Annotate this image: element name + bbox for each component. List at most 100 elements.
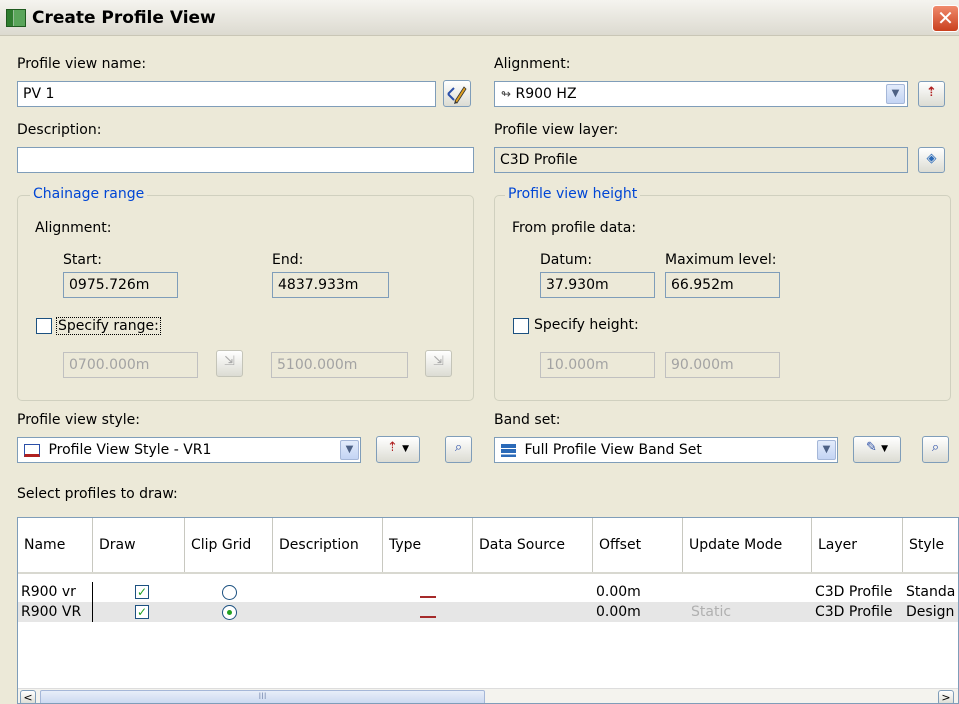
profile-view-layer-field: C3D Profile xyxy=(494,147,908,173)
description-input[interactable] xyxy=(17,147,474,173)
pick-style-icon: ⇡ xyxy=(387,440,398,455)
small-chevron-icon: ▼ xyxy=(402,444,409,454)
chevron-left-icon: < xyxy=(23,691,33,704)
cell-name: R900 vr xyxy=(18,582,93,602)
end-label: End: xyxy=(272,252,304,268)
clip-grid-radio[interactable] xyxy=(222,605,237,620)
chainage-alignment-label: Alignment: xyxy=(35,220,112,236)
draw-checkbox[interactable]: ✓ xyxy=(135,605,149,619)
pick-alignment-button[interactable]: ⇡ xyxy=(918,81,945,107)
chevron-down-icon: ▼ xyxy=(891,88,900,99)
layer-icon: ◈ xyxy=(926,151,937,166)
window-title: Create Profile View xyxy=(32,8,216,28)
cell-offset: 0.00m xyxy=(596,604,641,620)
col-header-name[interactable]: Name xyxy=(18,518,93,572)
cell-layer: C3D Profile xyxy=(815,604,893,620)
chevron-down-icon: ▼ xyxy=(822,444,831,455)
profile-view-name-input[interactable]: PV 1 xyxy=(17,81,436,107)
scroll-left-button[interactable]: < xyxy=(20,690,36,704)
alignment-dropdown-arrow[interactable]: ▼ xyxy=(886,84,905,104)
layer-button[interactable]: ◈ xyxy=(918,147,945,173)
cell-style: Standa xyxy=(906,584,956,600)
col-header-description[interactable]: Description xyxy=(273,518,383,572)
grip-icon: III xyxy=(258,692,267,702)
col-header-layer[interactable]: Layer xyxy=(812,518,903,572)
preview-band-set-button[interactable]: ⌕ xyxy=(922,436,949,463)
start-label: Start: xyxy=(63,252,102,268)
title-bar: Create Profile View ✕ xyxy=(0,0,959,36)
specify-height-label: Specify height: xyxy=(534,317,639,333)
cell-update-mode xyxy=(683,582,812,602)
height-max-input[interactable]: 90.000m xyxy=(665,352,780,378)
close-button[interactable]: ✕ xyxy=(932,5,959,32)
col-header-offset[interactable]: Offset xyxy=(593,518,683,572)
col-header-data-source[interactable]: Data Source xyxy=(473,518,593,572)
cell-update-mode: Static xyxy=(691,604,732,620)
band-set-label: Band set: xyxy=(494,412,561,428)
pick-end-station-button[interactable]: ⇲ xyxy=(425,350,452,377)
chevron-right-icon: > xyxy=(941,691,951,704)
pick-start-station-button[interactable]: ⇲ xyxy=(216,350,243,377)
band-set-select[interactable]: Full Profile View Band Set xyxy=(494,437,838,463)
band-set-edit-button[interactable]: ✎ ▼ xyxy=(853,436,901,463)
horizontal-scrollbar[interactable]: < III > xyxy=(18,688,958,704)
cell-layer: C3D Profile xyxy=(815,584,893,600)
zoom-icon: ⌕ xyxy=(454,440,463,455)
pencil-icon: ✎ xyxy=(866,440,877,455)
maximum-level-field: 66.952m xyxy=(665,272,780,298)
description-label: Description: xyxy=(17,122,102,138)
specify-range-checkbox[interactable] xyxy=(36,318,52,334)
app-icon xyxy=(6,9,26,27)
alignment-label: Alignment: xyxy=(494,56,571,72)
draw-checkbox[interactable]: ✓ xyxy=(135,585,149,599)
edit-name-button[interactable] xyxy=(443,80,471,107)
from-profile-data-label: From profile data: xyxy=(512,220,637,236)
profile-view-style-select[interactable]: Profile View Style - VR1 xyxy=(17,437,361,463)
profile-view-height-legend: Profile view height xyxy=(505,186,641,202)
profiles-grid[interactable]: Name Draw Clip Grid Description Type Dat… xyxy=(17,517,959,704)
band-set-icon xyxy=(501,443,516,457)
small-chevron-icon: ▼ xyxy=(881,444,888,454)
profile-view-style-value: Profile View Style - VR1 xyxy=(48,442,212,458)
table-row[interactable]: R900 vr ✓ 0.00m C3D Profile Standa xyxy=(18,582,958,602)
range-end-input[interactable]: 5100.000m xyxy=(271,352,408,378)
start-chainage-field: 0975.726m xyxy=(63,272,178,298)
end-chainage-field: 4837.933m xyxy=(272,272,389,298)
profile-view-name-label: Profile view name: xyxy=(17,56,147,72)
height-min-input[interactable]: 10.000m xyxy=(540,352,655,378)
scroll-thumb[interactable]: III xyxy=(40,690,485,703)
specify-height-checkbox[interactable] xyxy=(513,318,529,334)
alignment-icon: ↬ xyxy=(501,87,512,101)
preview-style-button[interactable]: ⌕ xyxy=(445,436,472,463)
band-set-dropdown-arrow[interactable]: ▼ xyxy=(817,440,836,460)
cell-offset: 0.00m xyxy=(596,584,641,600)
select-profiles-label: Select profiles to draw: xyxy=(17,486,178,502)
col-header-type[interactable]: Type xyxy=(383,518,473,572)
zoom-icon: ⌕ xyxy=(931,440,940,455)
range-start-input[interactable]: 0700.000m xyxy=(63,352,198,378)
col-header-style[interactable]: Style xyxy=(903,518,958,572)
col-header-draw[interactable]: Draw xyxy=(93,518,185,572)
alignment-value: R900 HZ xyxy=(515,86,577,102)
specify-range-label: Specify range: xyxy=(56,317,161,335)
col-header-update-mode[interactable]: Update Mode xyxy=(683,518,812,572)
style-options-button[interactable]: ⇡ ▼ xyxy=(376,436,420,463)
profile-style-icon xyxy=(24,443,40,457)
col-header-clip-grid[interactable]: Clip Grid xyxy=(185,518,273,572)
alignment-select[interactable]: ↬ R900 HZ xyxy=(494,81,908,107)
table-row[interactable]: R900 VR ✓ 0.00m Static C3D Profile Desig… xyxy=(18,602,958,622)
profile-type-icon xyxy=(420,586,436,598)
cell-style: Design xyxy=(906,604,955,620)
style-dropdown-arrow[interactable]: ▼ xyxy=(340,440,359,460)
maximum-level-label: Maximum level: xyxy=(665,252,777,268)
profile-view-style-label: Profile view style: xyxy=(17,412,140,428)
pick-station-icon: ⇲ xyxy=(224,354,235,369)
scroll-right-button[interactable]: > xyxy=(938,690,954,704)
pencil-icon xyxy=(447,86,467,104)
pick-station-icon: ⇲ xyxy=(433,354,444,369)
profile-view-layer-label: Profile view layer: xyxy=(494,122,619,138)
chevron-down-icon: ▼ xyxy=(345,444,354,455)
datum-field: 37.930m xyxy=(540,272,655,298)
profile-type-icon xyxy=(420,606,436,618)
clip-grid-radio[interactable] xyxy=(222,585,237,600)
